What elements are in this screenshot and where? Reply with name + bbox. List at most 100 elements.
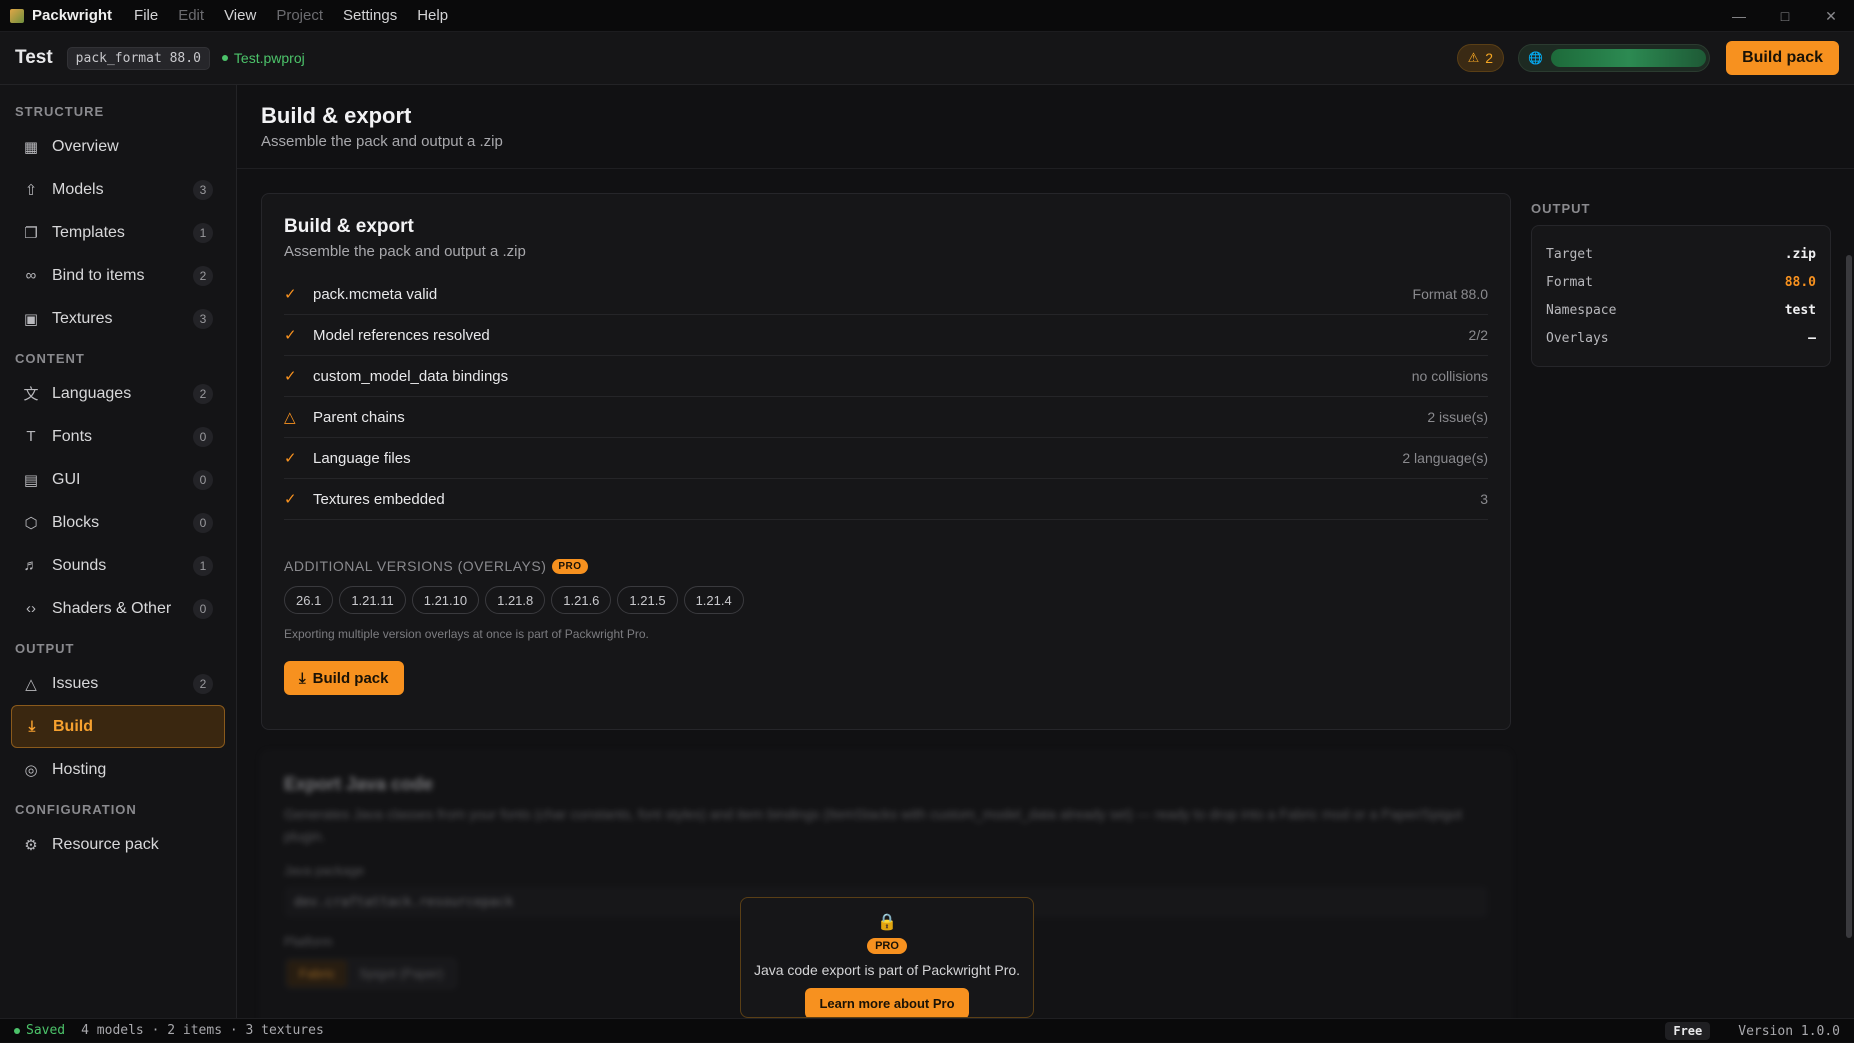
- sidebar-item-label: Sounds: [52, 556, 107, 574]
- menu-project[interactable]: Project: [276, 7, 323, 24]
- status-bar: Saved 4 models · 2 items · 3 textures Fr…: [0, 1018, 1854, 1042]
- section-content: CONTENT: [15, 351, 85, 366]
- sidebar-item-fonts[interactable]: T Fonts 0: [11, 415, 225, 458]
- sidebar-item-shaders[interactable]: ‹› Shaders & Other 0: [11, 587, 225, 630]
- count-badge: 3: [193, 179, 213, 200]
- output-key: Format: [1546, 274, 1593, 290]
- menu-settings[interactable]: Settings: [343, 7, 397, 24]
- project-summary: 4 models · 2 items · 3 textures: [81, 1023, 324, 1038]
- version-chip[interactable]: 26.1: [284, 586, 334, 614]
- menu-help[interactable]: Help: [417, 7, 448, 24]
- header-build-button[interactable]: Build pack: [1726, 41, 1839, 75]
- count-badge: 0: [193, 512, 213, 533]
- platform-option-fabric[interactable]: Fabric: [287, 960, 348, 987]
- sidebar-item-label: Build: [53, 717, 93, 735]
- check-label: custom_model_data bindings: [313, 367, 509, 385]
- version-chip[interactable]: 1.21.4: [683, 586, 744, 614]
- build-pack-label: Build pack: [312, 669, 389, 687]
- sidebar-item-hosting[interactable]: ◎ Hosting: [11, 748, 225, 791]
- grid-icon: ▦: [23, 138, 39, 156]
- output-panel: OUTPUT Target .zip Format 88.0 Namespace…: [1531, 193, 1831, 367]
- main-scrollbar[interactable]: [1846, 255, 1852, 938]
- sidebar-item-label: Overview: [52, 137, 119, 155]
- pro-badge: PRO: [867, 938, 907, 954]
- output-row: Format 88.0: [1546, 268, 1816, 296]
- sidebar-item-build[interactable]: ⤓ Build: [11, 705, 225, 748]
- minimize-icon[interactable]: —: [1716, 0, 1762, 32]
- sidebar-item-overview[interactable]: ▦ Overview: [11, 125, 225, 168]
- sidebar-item-label: Resource pack: [52, 835, 159, 853]
- build-export-card: Build & export Assemble the pack and out…: [261, 193, 1511, 730]
- sidebar-item-label: GUI: [52, 470, 81, 488]
- version-chip[interactable]: 1.21.11: [339, 586, 406, 614]
- save-status: Saved: [14, 1023, 65, 1038]
- hosting-status-pill[interactable]: 🌐: [1518, 44, 1711, 72]
- sidebar-item-blocks[interactable]: ⬡ Blocks 0: [11, 501, 225, 544]
- version-chip[interactable]: 1.21.10: [411, 586, 480, 614]
- output-row: Namespace test: [1546, 296, 1816, 324]
- check-icon: ✓: [284, 368, 297, 385]
- check-icon: ✓: [284, 491, 297, 508]
- learn-more-pro-button[interactable]: Learn more about Pro: [805, 988, 969, 1017]
- sidebar-item-label: Models: [52, 180, 104, 198]
- output-card: Target .zip Format 88.0 Namespace test O…: [1531, 225, 1831, 367]
- output-value: .zip: [1784, 246, 1816, 262]
- warnings-button[interactable]: ⚠ 2: [1456, 44, 1505, 72]
- version-chip[interactable]: 1.21.6: [551, 586, 612, 614]
- card-title: Build & export: [284, 216, 414, 237]
- page-title: Build & export: [261, 103, 412, 128]
- page-subtitle: Assemble the pack and output a .zip: [261, 133, 503, 150]
- gear-icon: ⚙: [24, 836, 38, 854]
- version-chip[interactable]: 1.21.5: [617, 586, 678, 614]
- version-chip[interactable]: 1.21.8: [485, 586, 546, 614]
- output-value: test: [1784, 302, 1816, 318]
- sidebar-item-bind[interactable]: ∞ Bind to items 2: [11, 254, 225, 297]
- copy-icon: ❐: [24, 224, 38, 242]
- menu-edit[interactable]: Edit: [178, 7, 204, 24]
- check-row: ✓ Language files 2 language(s): [284, 438, 1488, 479]
- output-row: Target .zip: [1546, 240, 1816, 268]
- sidebar-item-issues[interactable]: △ Issues 2: [11, 662, 225, 705]
- speaker-icon: ♬: [23, 557, 39, 574]
- java-card-title: Export Java code: [284, 774, 434, 794]
- project-title: Test: [15, 47, 53, 68]
- cube-icon: ⬡: [24, 514, 38, 532]
- check-meta: no collisions: [1411, 368, 1488, 384]
- status-dot-icon: [14, 1027, 20, 1034]
- output-value: —: [1808, 330, 1816, 346]
- project-file-status: Test.pwproj: [221, 50, 305, 66]
- project-header: Test pack_format 88.0 Test.pwproj ⚠ 2 🌐 …: [0, 32, 1854, 85]
- download-icon: ⤓: [28, 718, 36, 735]
- count-badge: 3: [193, 308, 213, 329]
- overlay-pro-note: Exporting multiple version overlays at o…: [284, 627, 649, 641]
- sidebar-item-label: Textures: [52, 309, 113, 327]
- hosting-url-redacted: [1551, 49, 1707, 67]
- sidebar-item-resource-pack[interactable]: ⚙ Resource pack: [11, 823, 225, 866]
- maximize-icon[interactable]: □: [1762, 0, 1808, 32]
- check-meta: 2/2: [1468, 327, 1488, 343]
- page-header: Build & export Assemble the pack and out…: [237, 85, 1854, 169]
- menu-view[interactable]: View: [224, 7, 256, 24]
- build-pack-button[interactable]: ⤓ Build pack: [284, 661, 404, 695]
- check-label: Parent chains: [313, 408, 405, 426]
- sidebar-item-sounds[interactable]: ♬ Sounds 1: [11, 544, 225, 587]
- platform-segmented-control: Fabric Spigot (Paper): [284, 957, 458, 990]
- sidebar-item-languages[interactable]: 文 Languages 2: [11, 372, 225, 415]
- java-package-label: Java package: [284, 863, 365, 878]
- count-badge: 2: [193, 383, 213, 404]
- status-dot-icon: [221, 55, 228, 61]
- platform-option-spigot[interactable]: Spigot (Paper): [347, 960, 455, 987]
- plan-badge[interactable]: Free: [1665, 1022, 1711, 1040]
- output-row: Overlays —: [1546, 324, 1816, 352]
- saved-label: Saved: [26, 1023, 66, 1038]
- close-icon[interactable]: ✕: [1808, 0, 1854, 32]
- menu-file[interactable]: File: [134, 7, 158, 24]
- sidebar-item-gui[interactable]: ▤ GUI 0: [11, 458, 225, 501]
- check-label: Model references resolved: [313, 326, 490, 344]
- check-row: ✓ Textures embedded 3: [284, 479, 1488, 520]
- sidebar-item-models[interactable]: ⇧ Models 3: [11, 168, 225, 211]
- globe-icon: ◎: [24, 761, 38, 779]
- section-configuration: CONFIGURATION: [15, 802, 137, 817]
- sidebar-item-templates[interactable]: ❐ Templates 1: [11, 211, 225, 254]
- sidebar-item-textures[interactable]: ▣ Textures 3: [11, 297, 225, 340]
